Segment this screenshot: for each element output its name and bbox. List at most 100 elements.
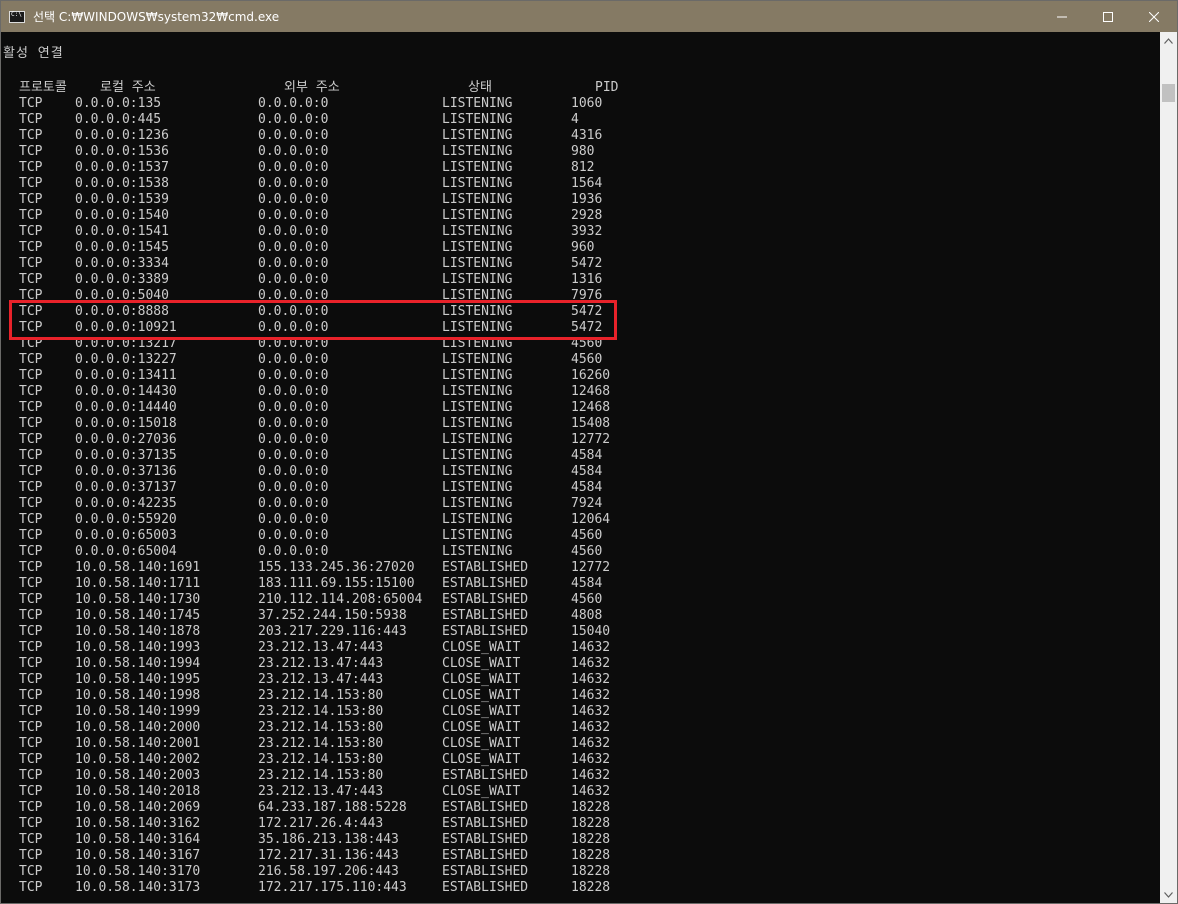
row-proto: TCP	[19, 496, 43, 511]
minimize-button[interactable]	[1039, 1, 1085, 32]
row-state: LISTENING	[442, 224, 513, 239]
row-local-address: 10.0.58.140:1730	[75, 592, 201, 607]
row-pid: 1060	[571, 96, 603, 111]
row-foreign-address: 0.0.0.0:0	[258, 304, 329, 319]
row-foreign-address: 0.0.0.0:0	[258, 416, 329, 431]
row-pid: 14632	[571, 720, 611, 735]
console-output[interactable]: 활성 연결 프로토콜 로컬 주소 외부 주소 상태 PID TCP 0.0.0.0…	[1, 32, 1161, 903]
connection-row: TCP 10.0.58.140:1995 23.212.13.47:443 CLOSE…	[1, 672, 1161, 688]
row-state: CLOSE_WAIT	[442, 752, 521, 767]
row-proto: TCP	[19, 240, 43, 255]
connection-row: TCP 0.0.0.0:37136 0.0.0.0:0 LISTENING 4584	[1, 464, 1161, 480]
row-state: LISTENING	[442, 320, 513, 335]
row-state: CLOSE_WAIT	[442, 720, 521, 735]
row-pid: 5472	[571, 256, 603, 271]
row-local-address: 0.0.0.0:37136	[75, 464, 177, 479]
row-local-address: 10.0.58.140:1878	[75, 624, 201, 639]
row-local-address: 10.0.58.140:2018	[75, 784, 201, 799]
row-local-address: 0.0.0.0:10921	[75, 320, 177, 335]
row-pid: 1564	[571, 176, 603, 191]
row-foreign-address: 23.212.14.153:80	[258, 704, 384, 719]
maximize-button[interactable]	[1085, 1, 1131, 32]
row-proto: TCP	[19, 272, 43, 287]
row-proto: TCP	[19, 720, 43, 735]
connection-row: TCP 0.0.0.0:445 0.0.0.0:0 LISTENING 4	[1, 112, 1161, 128]
row-local-address: 10.0.58.140:1993	[75, 640, 201, 655]
row-foreign-address: 23.212.13.47:443	[258, 640, 384, 655]
connection-row: TCP 0.0.0.0:10921 0.0.0.0:0 LISTENING 5472	[1, 320, 1161, 336]
row-local-address: 10.0.58.140:1745	[75, 608, 201, 623]
row-proto: TCP	[19, 832, 43, 847]
row-local-address: 0.0.0.0:135	[75, 96, 162, 111]
cmd-app-icon[interactable]	[9, 10, 25, 23]
close-icon	[1149, 11, 1159, 22]
row-local-address: 10.0.58.140:3173	[75, 880, 201, 895]
row-foreign-address: 37.252.244.150:5938	[258, 608, 407, 623]
row-state: LISTENING	[442, 480, 513, 495]
row-foreign-address: 0.0.0.0:0	[258, 432, 329, 447]
row-state: ESTABLISHED	[442, 592, 529, 607]
row-pid: 15408	[571, 416, 611, 431]
connection-row: TCP 0.0.0.0:65003 0.0.0.0:0 LISTENING 4560	[1, 528, 1161, 544]
row-foreign-address: 23.212.14.153:80	[258, 736, 384, 751]
row-proto: TCP	[19, 752, 43, 767]
connection-row: TCP 0.0.0.0:37137 0.0.0.0:0 LISTENING 4584	[1, 480, 1161, 496]
row-local-address: 0.0.0.0:1541	[75, 224, 169, 239]
row-pid: 4560	[571, 544, 603, 559]
row-proto: TCP	[19, 384, 43, 399]
connection-row: TCP 0.0.0.0:55920 0.0.0.0:0 LISTENING 12064	[1, 512, 1161, 528]
row-pid: 15040	[571, 624, 611, 639]
row-state: LISTENING	[442, 208, 513, 223]
row-proto: TCP	[19, 112, 43, 127]
scroll-thumb[interactable]	[1162, 84, 1175, 102]
row-local-address: 10.0.58.140:2000	[75, 720, 201, 735]
connection-row: TCP 10.0.58.140:1730 210.112.114.208:65004…	[1, 592, 1161, 608]
connection-row: TCP 10.0.58.140:3167 172.217.31.136:443 EST…	[1, 848, 1161, 864]
row-proto: TCP	[19, 96, 43, 111]
row-local-address: 0.0.0.0:14430	[75, 384, 177, 399]
row-foreign-address: 0.0.0.0:0	[258, 464, 329, 479]
row-state: ESTABLISHED	[442, 848, 529, 863]
row-foreign-address: 172.217.26.4:443	[258, 816, 384, 831]
scroll-down-button[interactable]	[1160, 886, 1177, 903]
row-proto: TCP	[19, 624, 43, 639]
row-pid: 7976	[571, 288, 603, 303]
connection-row: TCP 10.0.58.140:1711 183.111.69.155:15100 E…	[1, 576, 1161, 592]
row-local-address: 10.0.58.140:3162	[75, 816, 201, 831]
row-local-address: 10.0.58.140:1998	[75, 688, 201, 703]
row-pid: 4	[571, 112, 579, 127]
row-foreign-address: 23.212.14.153:80	[258, 720, 384, 735]
row-local-address: 10.0.58.140:2069	[75, 800, 201, 815]
row-local-address: 10.0.58.140:1994	[75, 656, 201, 671]
row-local-address: 0.0.0.0:27036	[75, 432, 177, 447]
row-foreign-address: 0.0.0.0:0	[258, 272, 329, 287]
scroll-up-button[interactable]	[1160, 32, 1177, 49]
row-proto: TCP	[19, 544, 43, 559]
close-button[interactable]	[1131, 1, 1177, 32]
connection-row: TCP 10.0.58.140:2003 23.212.14.153:80 ESTAB…	[1, 768, 1161, 784]
row-foreign-address: 35.186.213.138:443	[258, 832, 399, 847]
row-pid: 16260	[571, 368, 611, 383]
row-local-address: 0.0.0.0:15018	[75, 416, 177, 431]
row-foreign-address: 64.233.187.188:5228	[258, 800, 407, 815]
row-local-address: 0.0.0.0:1539	[75, 192, 169, 207]
row-foreign-address: 0.0.0.0:0	[258, 288, 329, 303]
row-pid: 14632	[571, 736, 611, 751]
row-pid: 14632	[571, 784, 611, 799]
row-pid: 18228	[571, 800, 611, 815]
row-local-address: 10.0.58.140:3164	[75, 832, 201, 847]
row-pid: 14632	[571, 752, 611, 767]
row-pid: 980	[571, 144, 595, 159]
row-proto: TCP	[19, 176, 43, 191]
row-state: LISTENING	[442, 416, 513, 431]
row-state: ESTABLISHED	[442, 608, 529, 623]
row-proto: TCP	[19, 336, 43, 351]
connection-row: TCP 10.0.58.140:3170 216.58.197.206:443 EST…	[1, 864, 1161, 880]
title-bar[interactable]: 선택 C:₩WINDOWS₩system32₩cmd.exe	[1, 1, 1177, 32]
row-foreign-address: 0.0.0.0:0	[258, 336, 329, 351]
vertical-scrollbar[interactable]	[1160, 32, 1177, 903]
row-proto: TCP	[19, 672, 43, 687]
connection-row: TCP 10.0.58.140:1999 23.212.14.153:80 CLOSE…	[1, 704, 1161, 720]
row-proto: TCP	[19, 656, 43, 671]
row-state: LISTENING	[442, 192, 513, 207]
